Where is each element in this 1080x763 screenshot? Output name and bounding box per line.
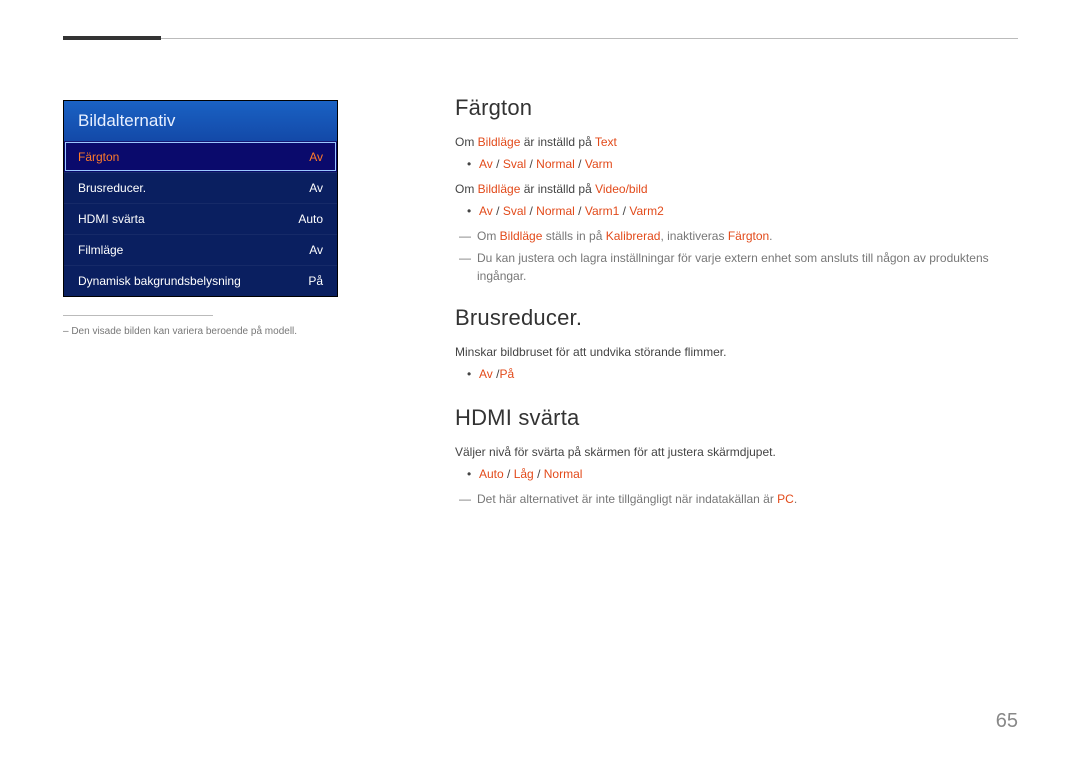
menu-item-label: Färgton — [78, 150, 119, 164]
header-rule — [63, 38, 1018, 40]
heading-fargton: Färgton — [455, 95, 1015, 121]
menu-item-label: Dynamisk bakgrundsbelysning — [78, 274, 241, 288]
menu-item-value: Av — [309, 150, 323, 164]
content-column: Färgton Om Bildläge är inställd på Text … — [455, 95, 1015, 512]
hdmi-note: Det här alternativet är inte tillgänglig… — [455, 490, 1015, 508]
menu-item-label: Filmläge — [78, 243, 123, 257]
fargton-opts1: Av / Sval / Normal / Varm — [455, 155, 1015, 174]
term-pc: PC — [777, 492, 794, 506]
brus-opts: Av /På — [455, 365, 1015, 384]
header-rule-bold — [63, 36, 161, 40]
fargton-note2: Du kan justera och lagra inställningar f… — [455, 249, 1015, 285]
brus-desc: Minskar bildbruset för att undvika störa… — [455, 343, 1015, 361]
term-bildlage: Bildläge — [478, 182, 521, 196]
menu-panel: Bildalternativ Färgton Av Brusreducer. A… — [63, 100, 338, 297]
fargton-line1: Om Bildläge är inställd på Text — [455, 133, 1015, 151]
term-bildlage: Bildläge — [478, 135, 521, 149]
menu-item-value: Auto — [298, 212, 323, 226]
menu-item-value: På — [308, 274, 323, 288]
menu-item-value: Av — [309, 181, 323, 195]
fargton-line2: Om Bildläge är inställd på Video/bild — [455, 180, 1015, 198]
heading-brusreducer: Brusreducer. — [455, 305, 1015, 331]
header-rule-thin — [63, 38, 1018, 39]
footnote-rule — [63, 315, 213, 316]
menu-item-fargton[interactable]: Färgton Av — [64, 141, 337, 172]
fargton-opts2: Av / Sval / Normal / Varm1 / Varm2 — [455, 202, 1015, 221]
term-video-bild: Video/bild — [595, 182, 648, 196]
page-number: 65 — [996, 710, 1018, 733]
menu-item-dynamisk-bakgrund[interactable]: Dynamisk bakgrundsbelysning På — [64, 265, 337, 296]
menu-item-filmlage[interactable]: Filmläge Av — [64, 234, 337, 265]
heading-hdmi-svarta: HDMI svärta — [455, 405, 1015, 431]
menu-item-label: HDMI svärta — [78, 212, 145, 226]
footnote-text: – Den visade bilden kan variera beroende… — [63, 326, 338, 337]
menu-title: Bildalternativ — [64, 101, 337, 141]
menu-item-label: Brusreducer. — [78, 181, 146, 195]
hdmi-opts: Auto / Låg / Normal — [455, 465, 1015, 484]
term-text: Text — [595, 135, 617, 149]
menu-item-value: Av — [309, 243, 323, 257]
fargton-note1: Om Bildläge ställs in på Kalibrerad, ina… — [455, 227, 1015, 245]
hdmi-desc: Väljer nivå för svärta på skärmen för at… — [455, 443, 1015, 461]
menu-item-brusreducer[interactable]: Brusreducer. Av — [64, 172, 337, 203]
menu-item-hdmi-svarta[interactable]: HDMI svärta Auto — [64, 203, 337, 234]
